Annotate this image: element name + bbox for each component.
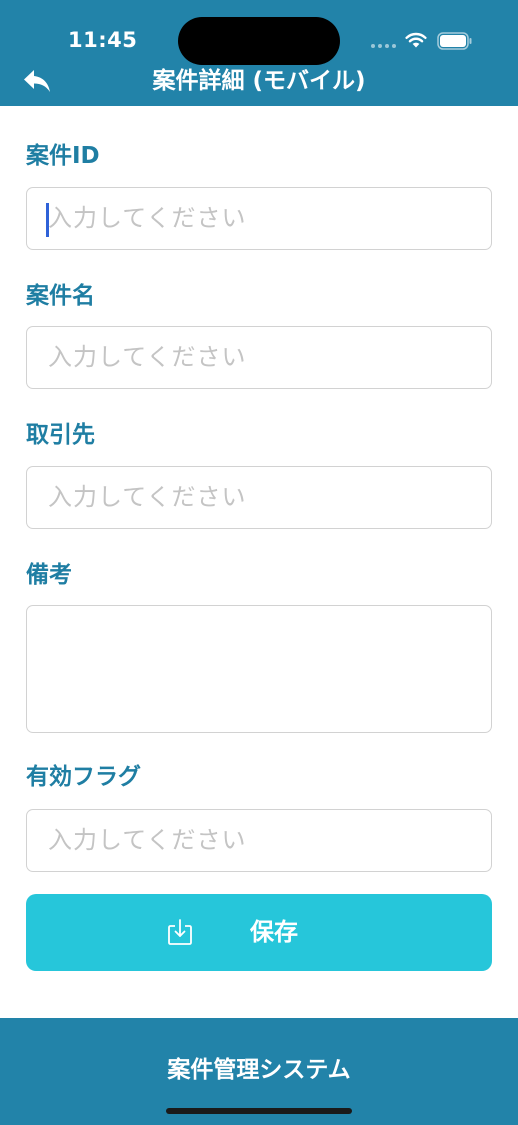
cellular-signal-icon: [371, 44, 396, 48]
anken-name-input[interactable]: 入力してください: [26, 326, 492, 389]
save-button[interactable]: 保存: [26, 894, 492, 971]
field-label-active-flag: 有効フラグ: [26, 764, 141, 790]
battery-icon: [437, 32, 472, 50]
text-caret: [46, 203, 49, 237]
dynamic-island: [178, 17, 340, 65]
field-label-anken-id: 案件ID: [26, 143, 100, 169]
client-placeholder: 入力してください: [48, 483, 247, 511]
field-label-client: 取引先: [26, 422, 95, 448]
footer-title: 案件管理システム: [167, 1057, 351, 1083]
wifi-icon: [405, 32, 427, 48]
app-header: 11:45 案件詳細 (モバイル): [0, 0, 518, 106]
anken-name-placeholder: 入力してください: [48, 343, 247, 371]
field-label-anken-name: 案件名: [26, 283, 95, 309]
page-title: 案件詳細 (モバイル): [152, 68, 366, 94]
home-indicator: [166, 1108, 352, 1114]
status-time: 11:45: [68, 28, 138, 52]
notes-textarea[interactable]: [26, 605, 492, 733]
active-flag-placeholder: 入力してください: [48, 826, 247, 854]
anken-id-placeholder: 入力してください: [48, 204, 247, 232]
client-input[interactable]: 入力してください: [26, 466, 492, 529]
active-flag-input[interactable]: 入力してください: [26, 809, 492, 872]
app-footer: 案件管理システム: [0, 1018, 518, 1125]
save-button-label: 保存: [250, 918, 298, 946]
anken-id-input[interactable]: 入力してください: [26, 187, 492, 250]
field-label-notes: 備考: [26, 562, 72, 588]
